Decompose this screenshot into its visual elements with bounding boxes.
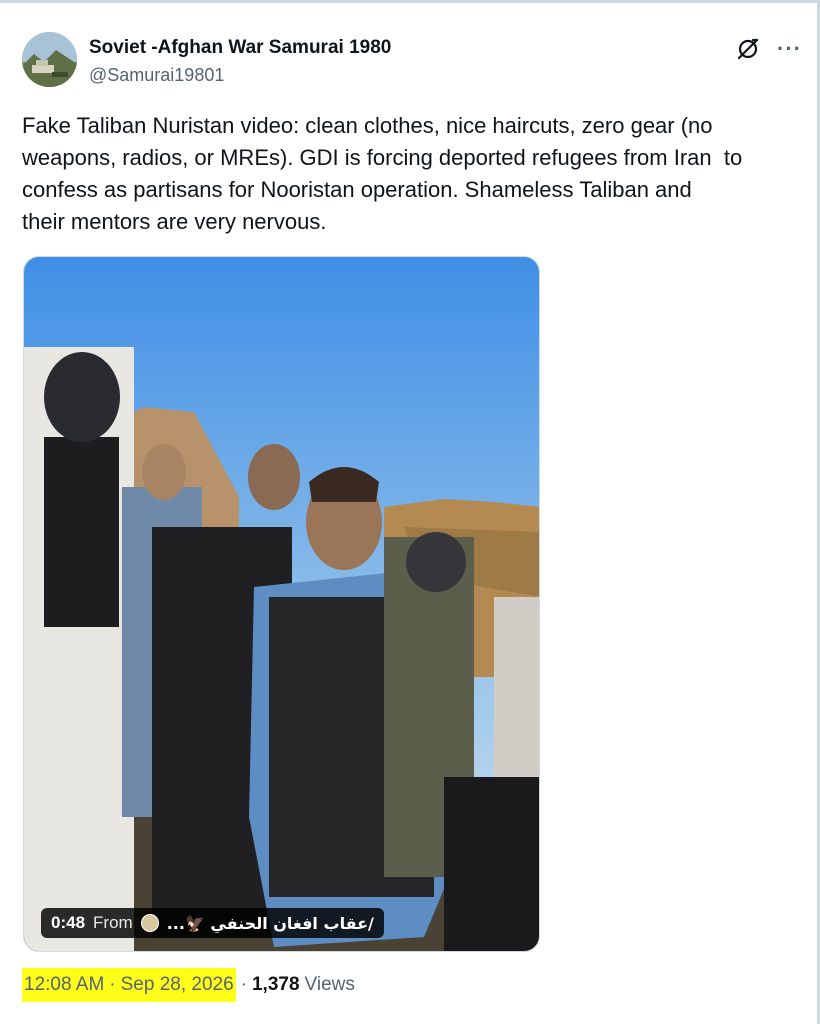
display-name[interactable]: Soviet -Afghan War Samurai 1980 [89,36,391,60]
header-actions: ··· [735,36,802,62]
video-info-pill: 0:48 From /عقاب افغان الحنفي 🦅... [41,908,384,938]
source-avatar-icon [140,914,159,932]
views-label: Views [304,974,355,995]
avatar[interactable] [22,32,77,87]
timestamp-time: 12:08 AM [24,974,105,995]
tweet-header: Soviet -Afghan War Samurai 1980 @Samurai… [22,32,802,90]
video-source-name[interactable]: /عقاب افغان الحنفي 🦅... [167,914,374,933]
video-player[interactable]: 0:48 From /عقاب افغان الحنفي 🦅... [23,256,540,952]
date-separator: · [109,974,116,995]
video-from-label: From [93,913,133,932]
views-separator: · [240,974,247,995]
video-duration: 0:48 [51,913,86,932]
more-icon[interactable]: ··· [777,38,802,60]
timestamp-date: Sep 28, 2026 [120,974,234,995]
handle[interactable]: @Samurai19801 [89,63,391,87]
tweet-meta: 12:08 AM · Sep 28, 2026 · 1,378 Views [22,968,355,1002]
grok-icon[interactable] [735,36,761,62]
author-names: Soviet -Afghan War Samurai 1980 @Samurai… [89,36,391,87]
views-count: 1,378 [251,974,300,995]
tweet-text: Fake Taliban Nuristan video: clean cloth… [22,113,743,234]
timestamp-highlight[interactable]: 12:08 AM · Sep 28, 2026 [22,968,236,1002]
frame-top-border [0,0,820,3]
tweet: Soviet -Afghan War Samurai 1980 @Samurai… [22,32,802,1002]
